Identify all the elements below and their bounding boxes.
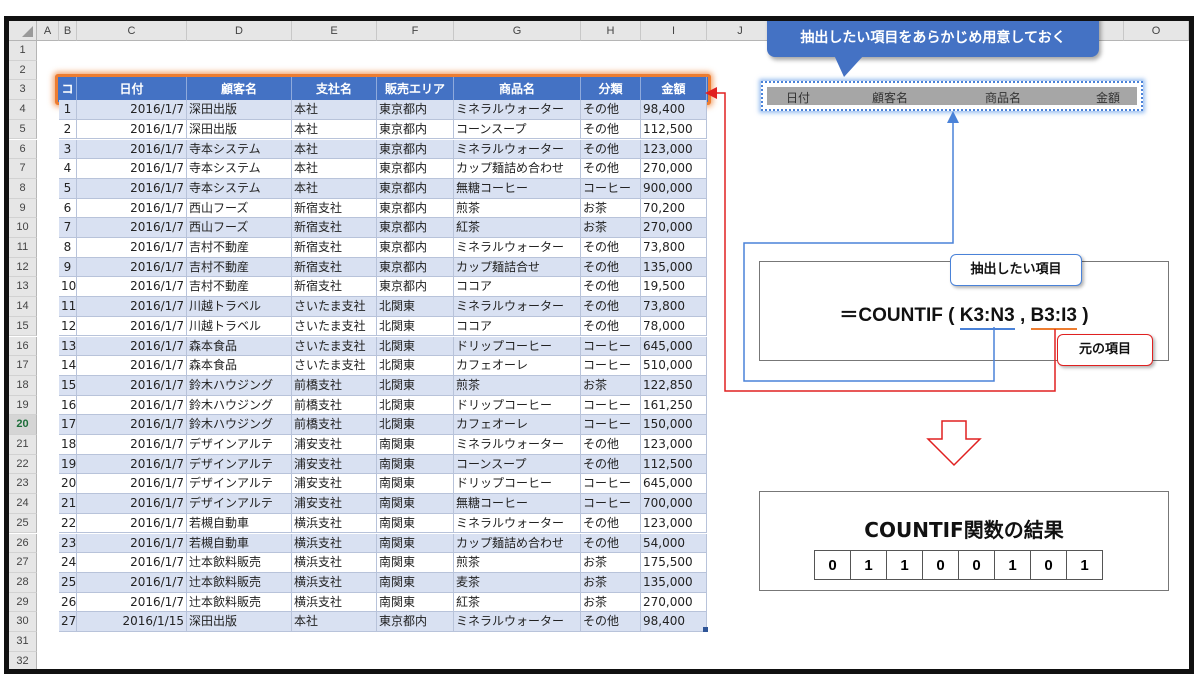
- down-arrow-icon: [926, 420, 982, 467]
- result-values: 01100101: [814, 550, 1103, 580]
- result-value-cell: 0: [1030, 550, 1067, 580]
- result-value-cell: 1: [1066, 550, 1103, 580]
- result-value-cell: 1: [850, 550, 887, 580]
- result-value-cell: 0: [814, 550, 851, 580]
- result-value-cell: 0: [958, 550, 995, 580]
- result-value-cell: 1: [994, 550, 1031, 580]
- spreadsheet-window: ABCDEFGHIJKLMNO 123456789101112131415161…: [4, 16, 1194, 674]
- connector-source-line: [705, 87, 1056, 392]
- result-value-cell: 0: [922, 550, 959, 580]
- result-title: COUNTIF関数の結果: [864, 518, 1064, 542]
- connector-extract-line: [743, 111, 995, 382]
- worksheet: ABCDEFGHIJKLMNO 123456789101112131415161…: [9, 21, 1189, 669]
- result-box: COUNTIF関数の結果 01100101: [759, 491, 1169, 591]
- result-value-cell: 1: [886, 550, 923, 580]
